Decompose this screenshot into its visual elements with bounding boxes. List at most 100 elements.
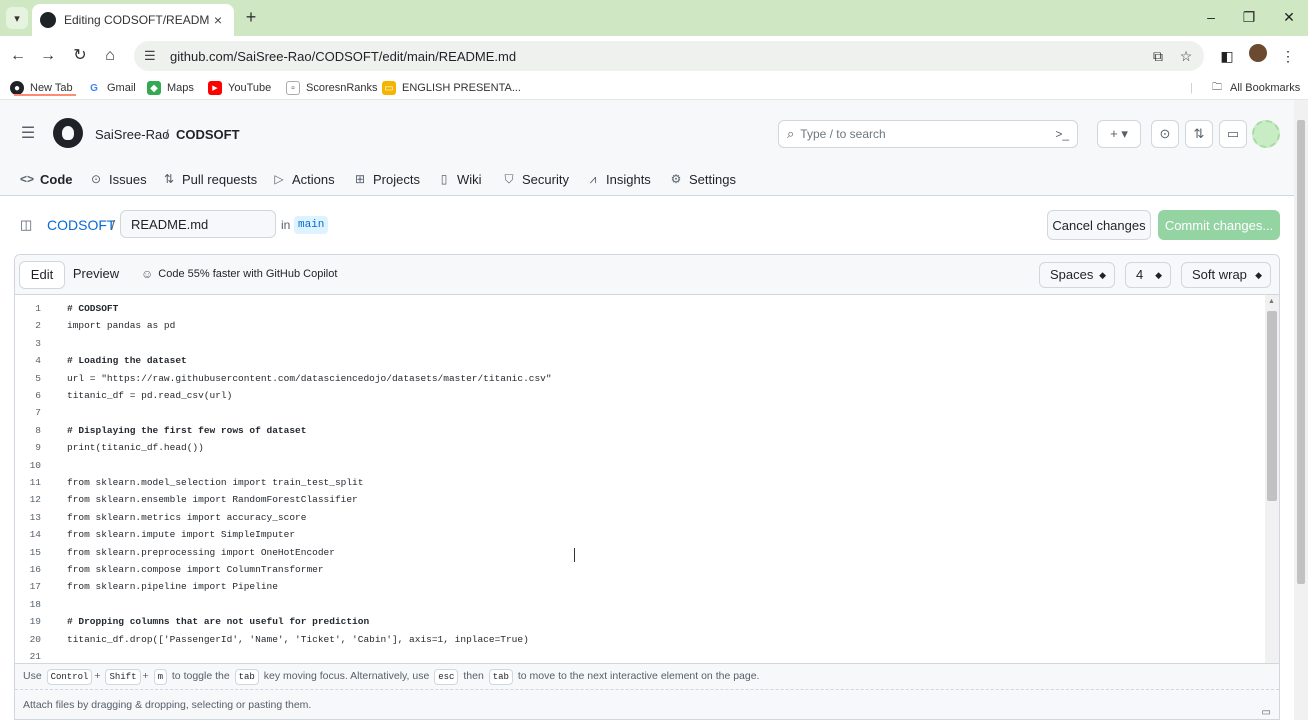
- indent-mode-select[interactable]: Spaces ◆: [1039, 262, 1115, 288]
- code-line[interactable]: 3: [15, 338, 1255, 355]
- code-line[interactable]: 4 # Loading the dataset: [15, 355, 1255, 372]
- new-tab-icon[interactable]: +: [240, 6, 262, 28]
- code-line[interactable]: 6 titanic_df = pd.read_csv(url): [15, 390, 1255, 407]
- bookmark-star-icon[interactable]: ☆: [1174, 44, 1198, 68]
- kbd-tab-2: tab: [488, 669, 513, 685]
- tab-settings[interactable]: ⚙ Settings: [669, 168, 736, 190]
- repo-link[interactable]: CODSOFT: [176, 127, 240, 142]
- code-line[interactable]: 17 from sklearn.pipeline import Pipeline: [15, 581, 1255, 598]
- install-app-icon[interactable]: ⧉: [1146, 44, 1170, 68]
- command-palette-icon[interactable]: >_: [1055, 127, 1069, 141]
- line-number: 12: [29, 494, 41, 506]
- indent-size-select[interactable]: 4 ◆: [1125, 262, 1171, 288]
- create-new-button[interactable]: + ▾: [1097, 120, 1141, 148]
- menu-dots-icon[interactable]: ⋮: [1276, 44, 1300, 68]
- home-icon[interactable]: ⌂: [98, 44, 122, 68]
- sidebar-expand-icon[interactable]: ◫: [20, 217, 36, 233]
- code-line[interactable]: 8 # Displaying the first few rows of data…: [15, 425, 1255, 442]
- github-logo-icon[interactable]: [53, 118, 83, 148]
- tab-code[interactable]: <> Code: [20, 168, 73, 190]
- code-line[interactable]: 15 from sklearn.preprocessing import OneH…: [15, 547, 1255, 564]
- code-line[interactable]: 21: [15, 651, 1255, 663]
- path-repo-link[interactable]: CODSOFT: [47, 217, 115, 233]
- url-text: github.com/SaiSree-Rao/CODSOFT/edit/main…: [170, 48, 517, 64]
- browser-tab[interactable]: Editing CODSOFT/README.md ×: [32, 4, 234, 36]
- browser-toolbar: ← → ↻ ⌂ ☰ github.com/SaiSree-Rao/CODSOFT…: [0, 36, 1308, 76]
- site-info-icon[interactable]: ☰: [144, 48, 164, 64]
- minimize-icon[interactable]: –: [1196, 6, 1226, 28]
- pull-requests-button[interactable]: ⇅: [1185, 120, 1213, 148]
- tab-close-icon[interactable]: ×: [210, 12, 226, 28]
- code-line[interactable]: 19 # Dropping columns that are not useful…: [15, 616, 1255, 633]
- line-number: 4: [35, 355, 41, 367]
- book-icon: ▯: [440, 172, 448, 186]
- commit-changes-button[interactable]: Commit changes...: [1158, 210, 1280, 240]
- tab-pull-requests[interactable]: ⇅ Pull requests: [162, 168, 257, 190]
- breadcrumb-separator: /: [165, 127, 169, 142]
- code-line[interactable]: 13 from sklearn.metrics import accuracy_s…: [15, 512, 1255, 529]
- browser-tab-strip: ▾ Editing CODSOFT/README.md × + – ❐ ✕: [0, 0, 1308, 36]
- page-scrollbar-thumb[interactable]: [1297, 120, 1305, 584]
- filename-input[interactable]: [120, 210, 276, 238]
- forward-icon[interactable]: →: [36, 44, 60, 68]
- close-window-icon[interactable]: ✕: [1274, 6, 1304, 28]
- code-line[interactable]: 1 # CODSOFT: [15, 303, 1255, 320]
- attach-files-area[interactable]: Attach files by dragging & dropping, sel…: [15, 689, 1279, 719]
- bookmark-english-presenta[interactable]: ▭ ENGLISH PRESENTA...: [382, 80, 521, 96]
- side-panel-icon[interactable]: ◧: [1215, 44, 1239, 68]
- back-icon[interactable]: ←: [6, 44, 30, 68]
- code-line[interactable]: 20 titanic_df.drop(['PassengerId', 'Name'…: [15, 634, 1255, 651]
- wrap-mode-select[interactable]: Soft wrap ◆: [1181, 262, 1271, 288]
- code-line[interactable]: 11 from sklearn.model_selection import tr…: [15, 477, 1255, 494]
- all-bookmarks[interactable]: 🗀 All Bookmarks: [1210, 80, 1300, 96]
- tab-edit[interactable]: Edit: [19, 261, 65, 289]
- tab-search-icon[interactable]: ▾: [6, 7, 28, 29]
- issues-button[interactable]: ⊙: [1151, 120, 1179, 148]
- code-line[interactable]: 5 url = "https://raw.githubusercontent.co…: [15, 373, 1255, 390]
- play-icon: ▷: [274, 172, 284, 186]
- tab-actions[interactable]: ▷ Actions: [272, 168, 334, 190]
- code-icon: <>: [20, 172, 35, 186]
- editor-scrollbar[interactable]: ▲: [1265, 295, 1279, 663]
- copilot-promo[interactable]: ☺ Code 55% faster with GitHub Copilot: [141, 267, 337, 281]
- code-line[interactable]: 14 from sklearn.impute import SimpleImput…: [15, 529, 1255, 546]
- code-line[interactable]: 9 print(titanic_df.head()): [15, 442, 1255, 459]
- code-line[interactable]: 18: [15, 599, 1255, 616]
- tab-preview[interactable]: Preview: [71, 261, 121, 289]
- tab-insights[interactable]: ⩘ Insights: [586, 168, 651, 190]
- all-bookmarks-separator: |: [1190, 82, 1193, 94]
- line-number: 10: [29, 459, 41, 471]
- reload-icon[interactable]: ↻: [68, 44, 92, 68]
- line-content: # Displaying the first few rows of datas…: [67, 424, 307, 436]
- owner-link[interactable]: SaiSree-Rao: [95, 127, 169, 142]
- inbox-button[interactable]: ▭: [1219, 120, 1247, 148]
- tab-wiki[interactable]: ▯ Wiki: [437, 168, 482, 190]
- line-number: 17: [29, 581, 41, 593]
- tab-issues[interactable]: ⊙ Issues: [89, 168, 147, 190]
- code-line[interactable]: 2 import pandas as pd: [15, 320, 1255, 337]
- line-number: 14: [29, 529, 41, 541]
- code-line[interactable]: 12 from sklearn.ensemble import RandomFor…: [15, 494, 1255, 511]
- cancel-changes-button[interactable]: Cancel changes: [1047, 210, 1151, 240]
- bookmark-maps[interactable]: ◆ Maps: [147, 80, 194, 96]
- bookmark-gmail[interactable]: G Gmail: [87, 80, 136, 96]
- user-avatar[interactable]: [1252, 120, 1280, 148]
- scroll-up-icon[interactable]: ▲: [1268, 298, 1275, 305]
- tab-projects[interactable]: ⊞ Projects: [353, 168, 420, 190]
- bookmark-youtube[interactable]: ▶ YouTube: [208, 80, 271, 96]
- tab-security[interactable]: ⛉ Security: [502, 168, 568, 190]
- bookmark-scoresnranks[interactable]: ▫ ScoresnRanks: [286, 80, 378, 96]
- graph-icon: ⩘: [589, 171, 597, 186]
- search-input[interactable]: ⌕ Type / to search >_: [778, 120, 1078, 148]
- code-line[interactable]: 7: [15, 407, 1255, 424]
- globe-icon: ●: [10, 81, 24, 95]
- code-area[interactable]: 1 # CODSOFT 2 import pandas as pd 3 4 # Loadin…: [15, 295, 1265, 663]
- editor-scrollbar-thumb[interactable]: [1267, 311, 1277, 501]
- restore-icon[interactable]: ❐: [1234, 6, 1264, 28]
- profile-avatar[interactable]: [1249, 44, 1267, 62]
- code-line[interactable]: 16 from sklearn.compose import ColumnTran…: [15, 564, 1255, 581]
- code-line[interactable]: 10: [15, 460, 1255, 477]
- address-bar[interactable]: ☰ github.com/SaiSree-Rao/CODSOFT/edit/ma…: [134, 41, 1204, 71]
- hamburger-menu-icon[interactable]: ☰: [16, 122, 40, 146]
- page-scrollbar[interactable]: [1294, 100, 1308, 720]
